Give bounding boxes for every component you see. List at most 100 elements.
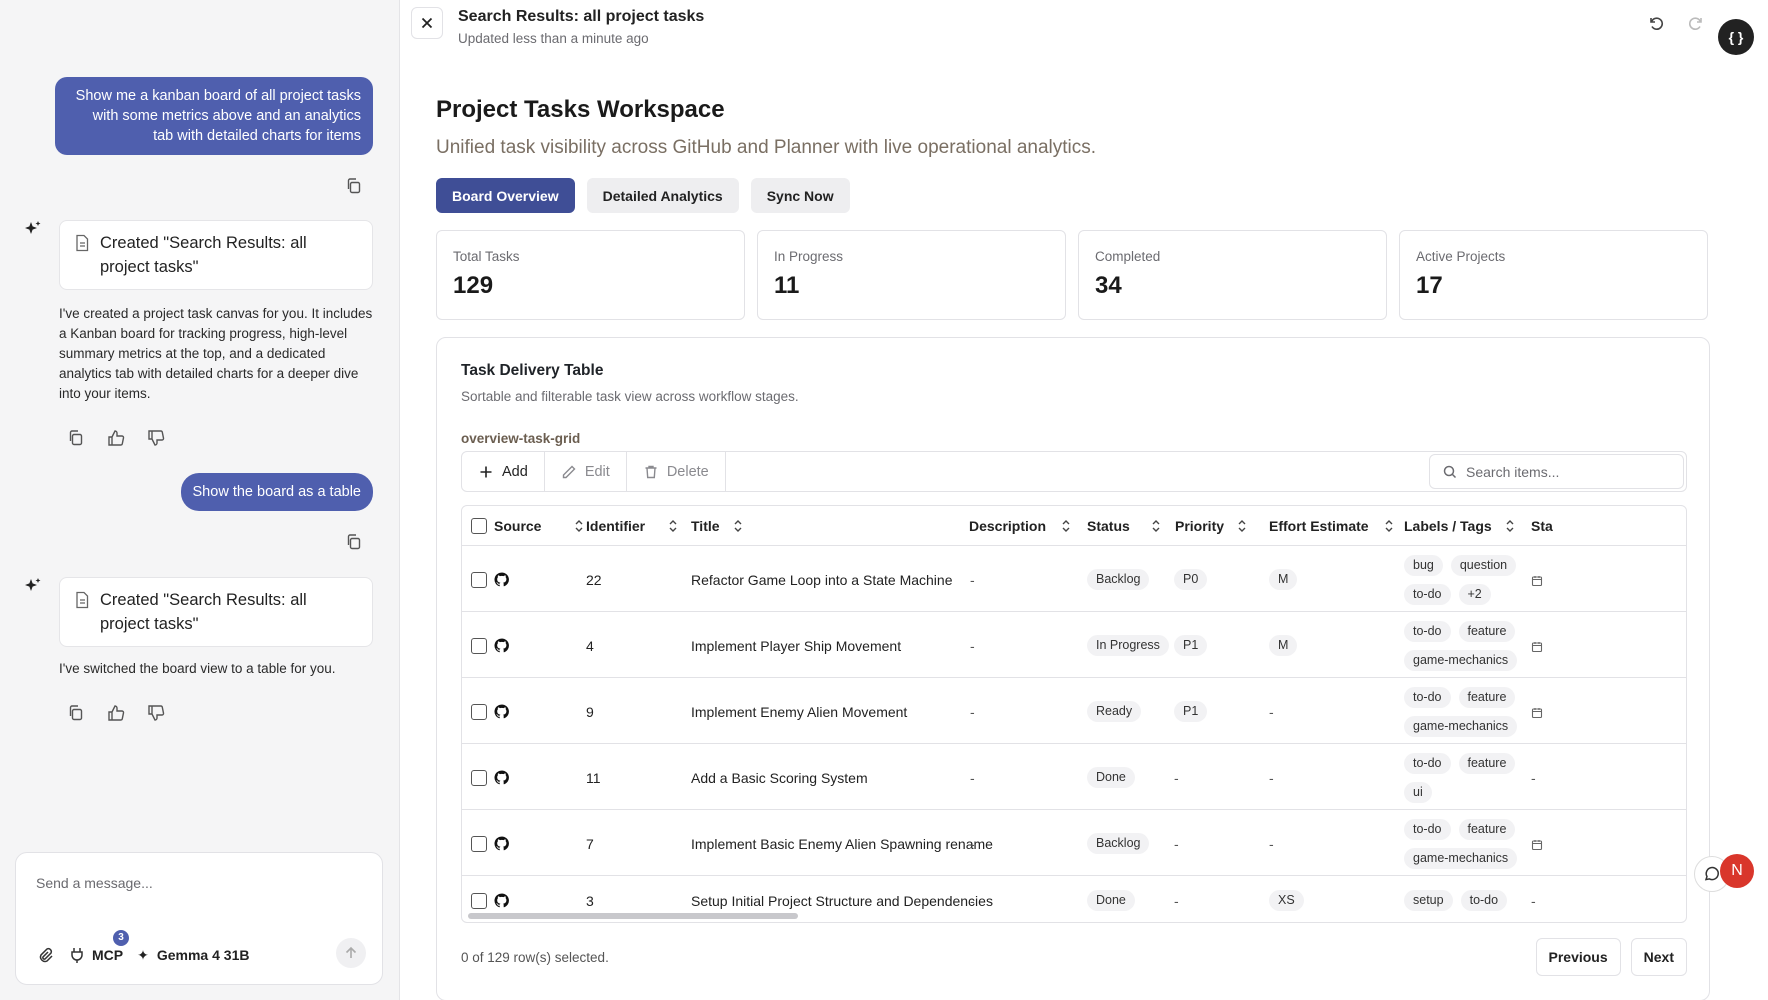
- table-row[interactable]: 11 Add a Basic Scoring System - Done - - to-do…: [462, 745, 1686, 810]
- table-row[interactable]: 7 Implement Basic Enemy Alien Spawning re…: [462, 811, 1686, 876]
- task-grid: Source Identifier Title Description Stat…: [461, 505, 1687, 923]
- code-view-button[interactable]: { }: [1718, 19, 1754, 55]
- metric-value: 34: [1095, 272, 1122, 299]
- priority-badge: -: [1174, 769, 1179, 786]
- column-header-description[interactable]: Description: [969, 518, 1072, 534]
- metric-card: Active Projects 17: [1399, 230, 1708, 320]
- tag-badge: bug: [1404, 554, 1443, 576]
- source-cell: [494, 547, 510, 612]
- mcp-button[interactable]: MCP 3: [68, 930, 129, 964]
- tag-list: to-do feature ui: [1404, 752, 1544, 803]
- tag-list: to-do feature game-mechanics: [1404, 818, 1544, 869]
- checkbox[interactable]: [471, 637, 487, 654]
- mcp-count-badge: 3: [113, 930, 129, 946]
- table-row[interactable]: 4 Implement Player Ship Movement - In Progr…: [462, 613, 1686, 678]
- github-icon: [494, 836, 510, 852]
- start-cell: -: [1531, 877, 1536, 922]
- title-cell[interactable]: Implement Enemy Alien Movement: [691, 679, 907, 744]
- table-row[interactable]: 22 Refactor Game Loop into a State Machin…: [462, 547, 1686, 612]
- column-header-title[interactable]: Title: [691, 518, 744, 534]
- delete-button[interactable]: Delete: [627, 452, 726, 491]
- model-label: Gemma 4 31B: [156, 947, 250, 963]
- title-cell[interactable]: Implement Basic Enemy Alien Spawning ren…: [691, 811, 993, 876]
- row-checkbox[interactable]: [471, 613, 487, 678]
- close-button[interactable]: [411, 7, 443, 39]
- select-all-checkbox[interactable]: [471, 517, 487, 534]
- add-button[interactable]: Add: [462, 452, 545, 491]
- metric-card: In Progress 11: [757, 230, 1066, 320]
- message-composer[interactable]: Send a message... MCP 3 ✦ Gemma 4 31B: [15, 852, 383, 985]
- description-cell: -: [970, 679, 975, 744]
- title-cell[interactable]: Refactor Game Loop into a State Machine: [691, 547, 952, 612]
- row-checkbox[interactable]: [471, 811, 487, 876]
- copy-icon[interactable]: [66, 703, 86, 723]
- copy-icon[interactable]: [66, 428, 86, 448]
- identifier: 9: [586, 703, 594, 720]
- title-cell[interactable]: Add a Basic Scoring System: [691, 745, 868, 810]
- avatar[interactable]: N: [1720, 854, 1754, 888]
- search-input[interactable]: Search items...: [1429, 454, 1684, 489]
- task-title: Implement Player Ship Movement: [691, 637, 902, 654]
- pagination: Previous Next: [1535, 938, 1687, 976]
- undo-button[interactable]: [1642, 9, 1670, 37]
- artifact-card[interactable]: Created "Search Results: all project tas…: [59, 577, 373, 647]
- agent-message: I've switched the board view to a table …: [59, 661, 336, 676]
- thumbs-down-icon[interactable]: [146, 428, 166, 448]
- tab-detailed-analytics[interactable]: Detailed Analytics: [586, 178, 739, 213]
- previous-button[interactable]: Previous: [1535, 938, 1621, 976]
- column-header-labels[interactable]: Labels / Tags: [1404, 518, 1516, 534]
- column-header-status[interactable]: Status: [1087, 518, 1162, 534]
- selection-count: 0 of 129 row(s) selected.: [461, 950, 609, 965]
- edit-button[interactable]: Edit: [545, 452, 627, 491]
- send-button[interactable]: [336, 938, 366, 968]
- column-header-priority[interactable]: Priority: [1175, 518, 1248, 534]
- horizontal-scrollbar[interactable]: [468, 913, 798, 919]
- calendar-icon: [1531, 706, 1543, 718]
- redo-button[interactable]: [1682, 9, 1710, 37]
- copy-icon[interactable]: [344, 176, 364, 196]
- checkbox[interactable]: [471, 703, 487, 720]
- artifact-card[interactable]: Created "Search Results: all project tas…: [59, 220, 373, 290]
- model-selector[interactable]: ✦ Gemma 4 31B: [137, 947, 249, 964]
- description: -: [970, 571, 975, 588]
- effort-cell: M: [1269, 613, 1298, 678]
- priority-badge: P1: [1174, 635, 1208, 656]
- priority-badge: P1: [1174, 701, 1208, 722]
- row-checkbox[interactable]: [471, 547, 487, 612]
- row-checkbox[interactable]: [471, 745, 487, 810]
- column-header-identifier[interactable]: Identifier: [586, 518, 679, 534]
- title-cell[interactable]: Implement Player Ship Movement: [691, 613, 901, 678]
- tab-board-overview[interactable]: Board Overview: [436, 178, 575, 213]
- thumbs-down-icon[interactable]: [146, 703, 166, 723]
- tag-badge: feature: [1458, 620, 1516, 642]
- copy-icon[interactable]: [344, 532, 364, 552]
- search-icon: [1442, 464, 1458, 480]
- github-icon: [494, 770, 510, 786]
- priority-cell: -: [1174, 877, 1179, 922]
- checkbox[interactable]: [471, 571, 487, 588]
- message-input[interactable]: Send a message...: [36, 875, 153, 891]
- description-cell: -: [970, 745, 975, 810]
- canvas-actions: [1642, 9, 1710, 37]
- column-header-start[interactable]: Sta: [1531, 518, 1553, 534]
- checkbox[interactable]: [471, 892, 487, 909]
- checkbox[interactable]: [471, 769, 487, 786]
- checkbox[interactable]: [471, 835, 487, 852]
- effort-cell: -: [1269, 745, 1274, 810]
- identifier: 7: [586, 835, 594, 852]
- column-header-effort[interactable]: Effort Estimate: [1269, 518, 1395, 534]
- task-title: Add a Basic Scoring System: [691, 769, 868, 786]
- thumbs-up-icon[interactable]: [106, 703, 126, 723]
- table-row[interactable]: 9 Implement Enemy Alien Movement - Ready P1 -…: [462, 679, 1686, 744]
- artifact-title: Created "Search Results: all project tas…: [100, 591, 307, 633]
- thumbs-up-icon[interactable]: [106, 428, 126, 448]
- column-header-source[interactable]: Source: [494, 518, 585, 534]
- paperclip-icon[interactable]: [36, 946, 54, 964]
- sparkle-icon: [20, 575, 44, 599]
- next-button[interactable]: Next: [1630, 938, 1687, 976]
- priority-badge: -: [1174, 892, 1179, 909]
- sync-now-button[interactable]: Sync Now: [750, 178, 850, 213]
- row-checkbox[interactable]: [471, 679, 487, 744]
- effort-badge: M: [1269, 569, 1298, 590]
- tag-list: bug question to-do +2: [1404, 554, 1544, 605]
